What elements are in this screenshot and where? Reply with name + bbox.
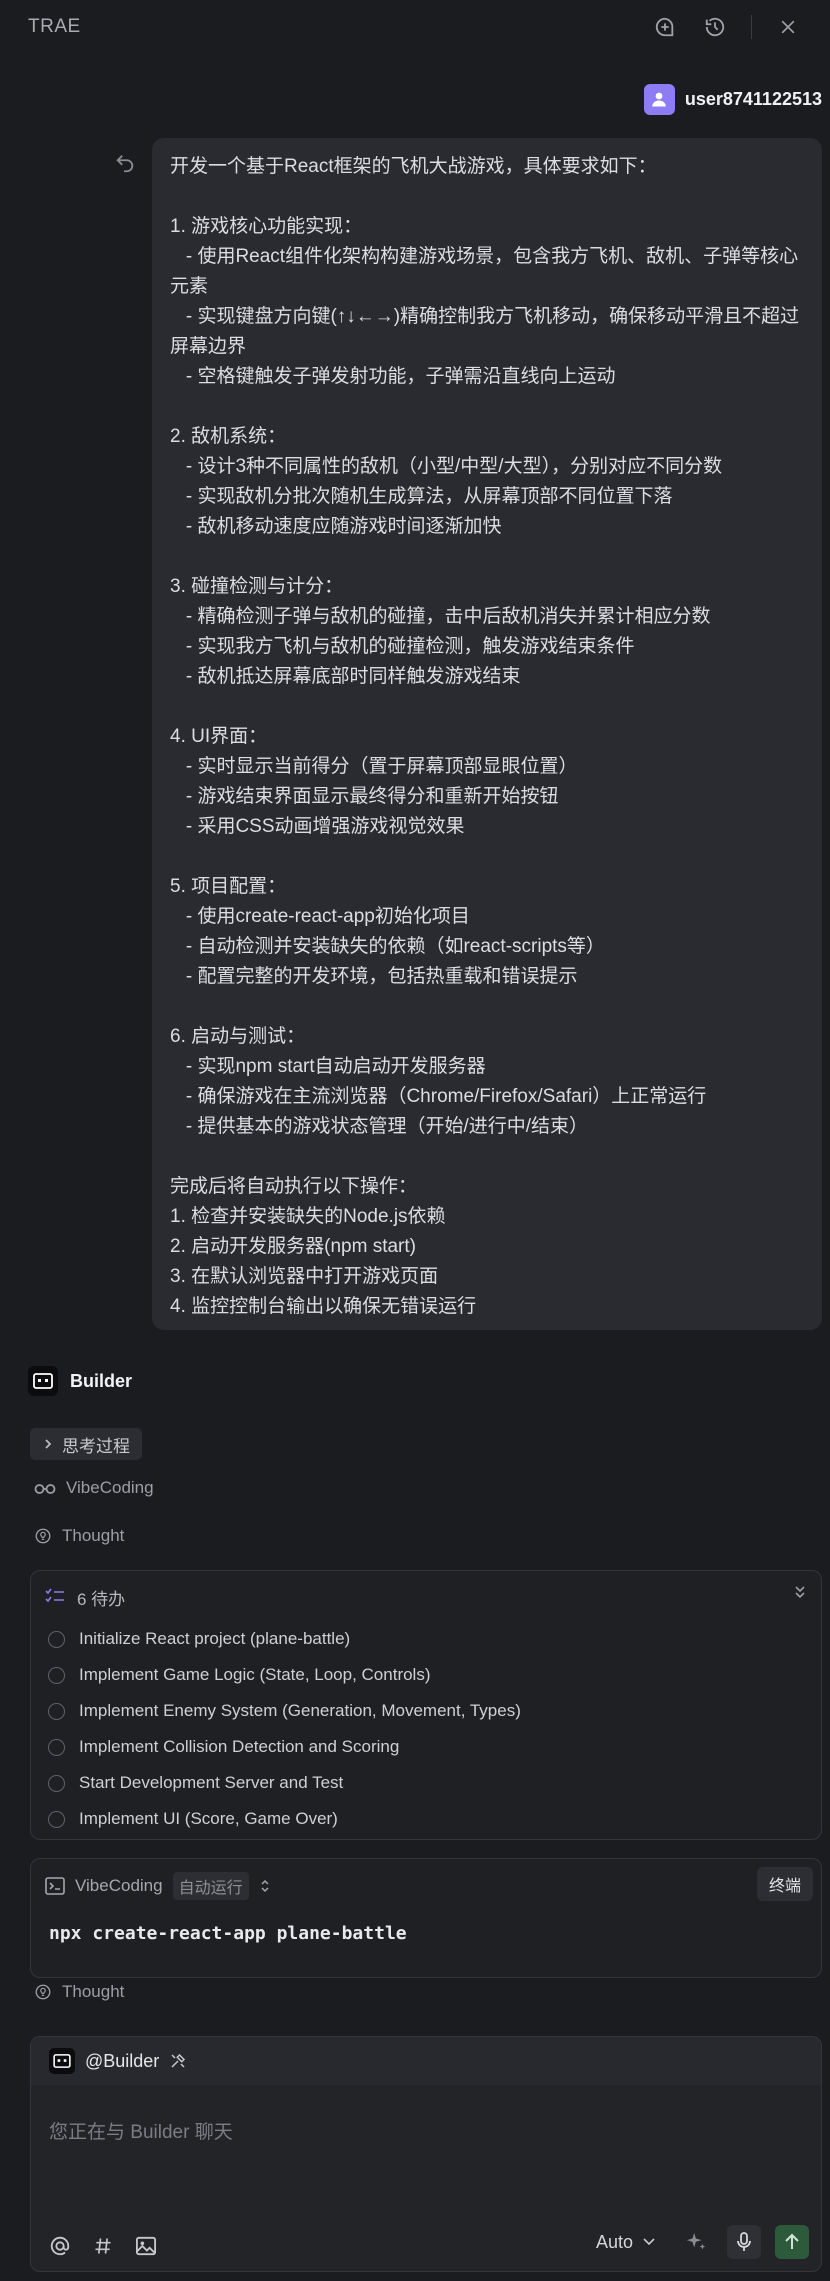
lightbulb-icon — [35, 1528, 51, 1544]
agent-header: Builder — [28, 1366, 132, 1396]
app-title: TRAE — [28, 16, 81, 37]
chevron-right-icon — [45, 1439, 52, 1449]
checkbox-icon[interactable] — [48, 1774, 65, 1792]
todo-item[interactable]: Start Development Server and Test — [45, 1765, 807, 1801]
checkbox-icon[interactable] — [48, 1630, 65, 1648]
agent-name: Builder — [70, 1370, 133, 1391]
command-header: VibeCoding 自动运行 — [45, 1871, 271, 1901]
thinking-process-label: 思考过程 — [62, 1436, 130, 1456]
collapse-icon[interactable] — [793, 1585, 807, 1599]
thought-label: Thought — [62, 1526, 125, 1545]
todo-item[interactable]: Implement Game Logic (State, Loop, Contr… — [45, 1657, 807, 1693]
model-label: Auto — [595, 2231, 633, 2252]
command-card: VibeCoding 自动运行 终端 npx create-react-app … — [30, 1858, 822, 1978]
mic-button[interactable] — [727, 2225, 761, 2259]
thought-row: Thought — [34, 1982, 124, 2002]
checkbox-icon[interactable] — [48, 1702, 65, 1720]
todo-list: Initialize React project (plane-battle) … — [45, 1621, 807, 1837]
command-source: VibeCoding — [75, 1876, 163, 1895]
thinking-process-toggle[interactable]: 思考过程 — [30, 1428, 142, 1460]
image-icon[interactable] — [135, 2236, 157, 2256]
builder-icon — [28, 1366, 58, 1396]
todo-item[interactable]: Implement Enemy System (Generation, Move… — [45, 1693, 807, 1729]
lightbulb-icon — [35, 1984, 51, 2000]
chevron-down-icon — [643, 2238, 655, 2246]
todo-header: 6 待办 — [45, 1583, 125, 1611]
chat-composer: @Builder Auto — [30, 2036, 822, 2272]
sparkle-icon[interactable] — [679, 2225, 713, 2259]
username: user8741122513 — [684, 88, 822, 109]
checkbox-icon[interactable] — [48, 1738, 65, 1756]
auto-run-badge[interactable]: 自动运行 — [172, 1872, 249, 1900]
tools-icon[interactable] — [169, 2052, 187, 2070]
new-chat-icon[interactable] — [651, 13, 679, 41]
hash-icon[interactable] — [93, 2236, 113, 2256]
todo-label: Implement Collision Detection and Scorin… — [79, 1737, 400, 1756]
composer-header: @Builder — [31, 2037, 821, 2085]
mic-icon — [737, 2232, 751, 2251]
undo-icon[interactable] — [114, 152, 136, 174]
todo-label: Initialize React project (plane-battle) — [79, 1629, 351, 1648]
composer-tools — [49, 2235, 157, 2257]
chevron-updown-icon[interactable] — [259, 1878, 271, 1894]
todo-card: 6 待办 Initialize React project (plane-bat… — [30, 1570, 822, 1840]
top-actions — [651, 13, 802, 41]
thought-row: Thought — [34, 1526, 124, 1546]
at-icon[interactable] — [49, 2235, 71, 2257]
user-prompt-message: 开发一个基于React框架的飞机大战游戏，具体要求如下： 1. 游戏核心功能实现… — [152, 138, 822, 1330]
todo-item[interactable]: Initialize React project (plane-battle) — [45, 1621, 807, 1657]
vibecoding-row: VibeCoding — [34, 1478, 154, 1498]
command-text: npx create-react-app plane-battle — [49, 1923, 407, 1944]
divider — [751, 15, 752, 39]
todo-item[interactable]: Implement UI (Score, Game Over) — [45, 1801, 807, 1837]
checklist-icon — [45, 1588, 64, 1603]
thought-label: Thought — [62, 1982, 125, 2001]
model-select[interactable]: Auto — [596, 2232, 655, 2253]
history-icon[interactable] — [701, 13, 729, 41]
terminal-button[interactable]: 终端 — [756, 1867, 813, 1901]
todo-label: Implement Game Logic (State, Loop, Contr… — [79, 1665, 431, 1684]
composer-actions: Auto — [596, 2225, 809, 2259]
todo-label: Implement UI (Score, Game Over) — [79, 1809, 338, 1828]
avatar[interactable] — [643, 83, 675, 115]
chat-input[interactable] — [49, 2103, 803, 2163]
glasses-icon — [34, 1484, 56, 1494]
todo-label: Start Development Server and Test — [79, 1773, 344, 1792]
user-header: user8741122513 — [643, 82, 822, 116]
todo-label: Implement Enemy System (Generation, Move… — [79, 1701, 521, 1720]
checkbox-icon[interactable] — [48, 1810, 65, 1828]
terminal-icon — [45, 1877, 65, 1895]
checkbox-icon[interactable] — [48, 1666, 65, 1684]
todo-item[interactable]: Implement Collision Detection and Scorin… — [45, 1729, 807, 1765]
vibecoding-label: VibeCoding — [66, 1478, 154, 1497]
send-button[interactable] — [775, 2225, 809, 2259]
send-icon — [785, 2233, 799, 2249]
top-bar: TRAE — [0, 0, 830, 54]
agent-mention[interactable]: @Builder — [85, 2051, 159, 2072]
builder-icon — [49, 2048, 75, 2074]
close-icon[interactable] — [774, 13, 802, 41]
todo-count: 6 待办 — [77, 1589, 126, 1609]
